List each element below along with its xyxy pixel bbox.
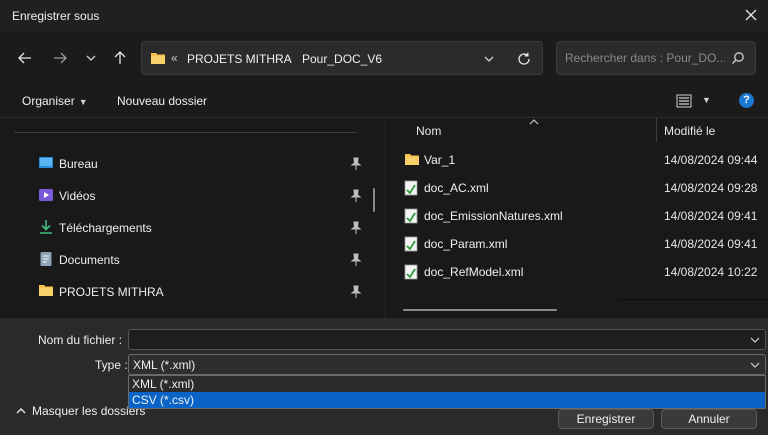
sidebar-item-bureau[interactable]: Bureau — [36, 152, 366, 176]
file-name: doc_EmissionNatures.xml — [424, 209, 563, 223]
organize-label: Organiser — [22, 94, 75, 108]
sidebar-item-label: Téléchargements — [59, 221, 152, 235]
type-label: Type : — [95, 358, 128, 372]
sidebar-item-label: Documents — [59, 253, 120, 267]
file-row[interactable]: doc_RefModel.xml 14/08/2024 10:22 — [386, 258, 768, 286]
sidebar-item-projets-mithra[interactable]: PROJETS MITHRA — [36, 280, 366, 304]
file-modified-date: 14/08/2024 09:44 — [664, 153, 758, 167]
file-row[interactable]: doc_Param.xml 14/08/2024 09:41 — [386, 230, 768, 258]
file-row[interactable]: doc_EmissionNatures.xml 14/08/2024 09:41 — [386, 202, 768, 230]
file-list: Nom Modifié le Var_1 14/08/2024 09:44 do… — [386, 118, 768, 318]
videos-icon — [39, 189, 53, 201]
folder-icon — [39, 285, 53, 296]
pin-icon[interactable] — [350, 285, 362, 299]
up-arrow-icon[interactable] — [111, 49, 129, 67]
view-caret-down-icon[interactable]: ▼ — [702, 95, 711, 105]
command-bar: Organiser ▼ Nouveau dossier ▼ ? — [0, 84, 768, 118]
navigation-pane: Bureau Vidéos Téléchargements Documents — [0, 118, 384, 318]
sidebar-item-label: PROJETS MITHRA — [59, 285, 164, 299]
close-icon[interactable] — [742, 6, 760, 24]
xml-file-icon — [404, 264, 418, 280]
pin-icon[interactable] — [350, 189, 362, 203]
breadcrumb-overflow[interactable]: « — [171, 51, 178, 65]
column-header-modified[interactable]: Modifié le — [664, 124, 715, 138]
back-arrow-icon[interactable] — [16, 49, 34, 67]
file-name: doc_RefModel.xml — [424, 265, 524, 279]
file-type-value: XML (*.xml) — [133, 358, 196, 372]
file-modified-date: 14/08/2024 10:22 — [664, 265, 758, 279]
sidebar-item-documents[interactable]: Documents — [36, 248, 366, 272]
horizontal-scrollbar[interactable] — [403, 309, 557, 311]
breadcrumb-pour-doc-v6[interactable]: Pour_DOC_V6 — [302, 52, 382, 66]
file-type-dropdown-list: XML (*.xml) CSV (*.csv) — [128, 375, 766, 409]
xml-file-icon — [404, 208, 418, 224]
desktop-icon — [39, 157, 53, 168]
file-row[interactable]: Var_1 14/08/2024 09:44 — [386, 146, 768, 174]
sidebar-item-telechargements[interactable]: Téléchargements — [36, 216, 366, 240]
sidebar-scrollbar[interactable] — [373, 188, 375, 212]
column-separator[interactable] — [656, 118, 657, 142]
title-bar: Enregistrer sous — [0, 0, 768, 32]
file-name: doc_Param.xml — [424, 237, 508, 251]
new-folder-button[interactable]: Nouveau dossier — [117, 94, 207, 108]
hide-folders-toggle[interactable]: Masquer les dossiers — [16, 404, 145, 418]
pin-icon[interactable] — [350, 253, 362, 267]
refresh-icon[interactable] — [516, 51, 532, 67]
file-modified-date: 14/08/2024 09:28 — [664, 181, 758, 195]
window-title: Enregistrer sous — [12, 9, 100, 23]
filename-field[interactable] — [128, 329, 766, 350]
xml-file-icon — [404, 236, 418, 252]
search-icon[interactable] — [731, 51, 745, 65]
list-edge — [618, 299, 768, 300]
file-type-select[interactable]: XML (*.xml) — [128, 354, 766, 375]
file-row[interactable]: doc_AC.xml 14/08/2024 09:28 — [386, 174, 768, 202]
chevron-up-icon — [16, 408, 26, 414]
file-type-option-xml[interactable]: XML (*.xml) — [129, 376, 765, 392]
caret-down-icon: ▼ — [78, 97, 88, 107]
file-name: doc_AC.xml — [424, 181, 489, 195]
documents-icon — [40, 252, 52, 266]
download-icon — [40, 220, 52, 234]
xml-file-icon — [404, 180, 418, 196]
address-dropdown-chevron-icon[interactable] — [482, 52, 496, 66]
search-input[interactable] — [565, 50, 725, 66]
breadcrumb-separator[interactable]: › — [287, 51, 291, 65]
filename-label: Nom du fichier : — [38, 333, 123, 347]
organize-button[interactable]: Organiser ▼ — [22, 94, 88, 108]
sidebar-item-videos[interactable]: Vidéos — [36, 184, 366, 208]
breadcrumb-projets-mithra[interactable]: PROJETS MITHRA — [187, 52, 292, 66]
save-options-panel: Nom du fichier : Type : XML (*.xml) Masq… — [0, 318, 768, 435]
column-header-name[interactable]: Nom — [416, 124, 441, 138]
save-button[interactable]: Enregistrer — [558, 409, 654, 429]
chevron-down-icon[interactable] — [749, 359, 761, 371]
folder-icon — [405, 154, 419, 165]
file-name: Var_1 — [424, 153, 456, 167]
file-modified-date: 14/08/2024 09:41 — [664, 209, 758, 223]
cancel-button[interactable]: Annuler — [661, 409, 757, 429]
pin-icon[interactable] — [350, 157, 362, 171]
file-type-option-csv[interactable]: CSV (*.csv) — [129, 392, 765, 408]
address-bar[interactable]: « PROJETS MITHRA › Pour_DOC_V6 — [141, 41, 543, 75]
help-glyph: ? — [743, 94, 750, 106]
sidebar-item-label: Vidéos — [59, 189, 96, 203]
sort-ascending-icon — [529, 119, 539, 125]
file-modified-date: 14/08/2024 09:41 — [664, 237, 758, 251]
navigation-bar: « PROJETS MITHRA › Pour_DOC_V6 — [0, 32, 768, 84]
forward-arrow-icon[interactable] — [51, 49, 69, 67]
chevron-down-icon[interactable] — [749, 334, 761, 346]
help-icon[interactable]: ? — [739, 93, 754, 108]
sidebar-item-label: Bureau — [59, 157, 98, 171]
search-box[interactable] — [556, 41, 756, 75]
view-options-icon[interactable] — [676, 94, 692, 108]
recent-locations-chevron-icon[interactable] — [82, 49, 100, 67]
sidebar-divider — [14, 132, 357, 133]
pin-icon[interactable] — [350, 221, 362, 235]
folder-icon — [151, 53, 165, 64]
